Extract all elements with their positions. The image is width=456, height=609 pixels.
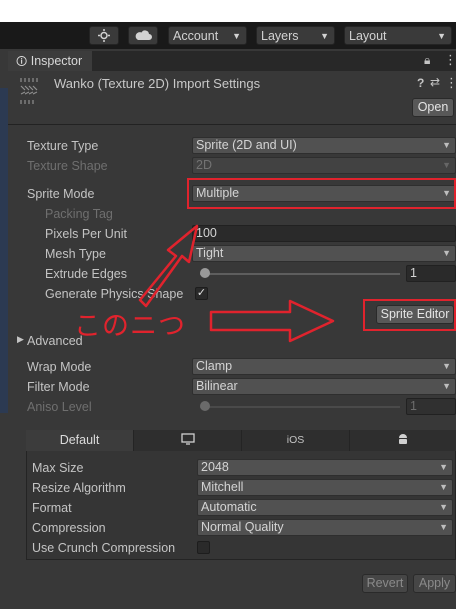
arrow-up-right-icon <box>138 224 199 308</box>
annotation-text: このニつ <box>74 311 186 342</box>
annotation-arrows <box>138 224 335 343</box>
arrow-right-icon <box>209 299 335 343</box>
